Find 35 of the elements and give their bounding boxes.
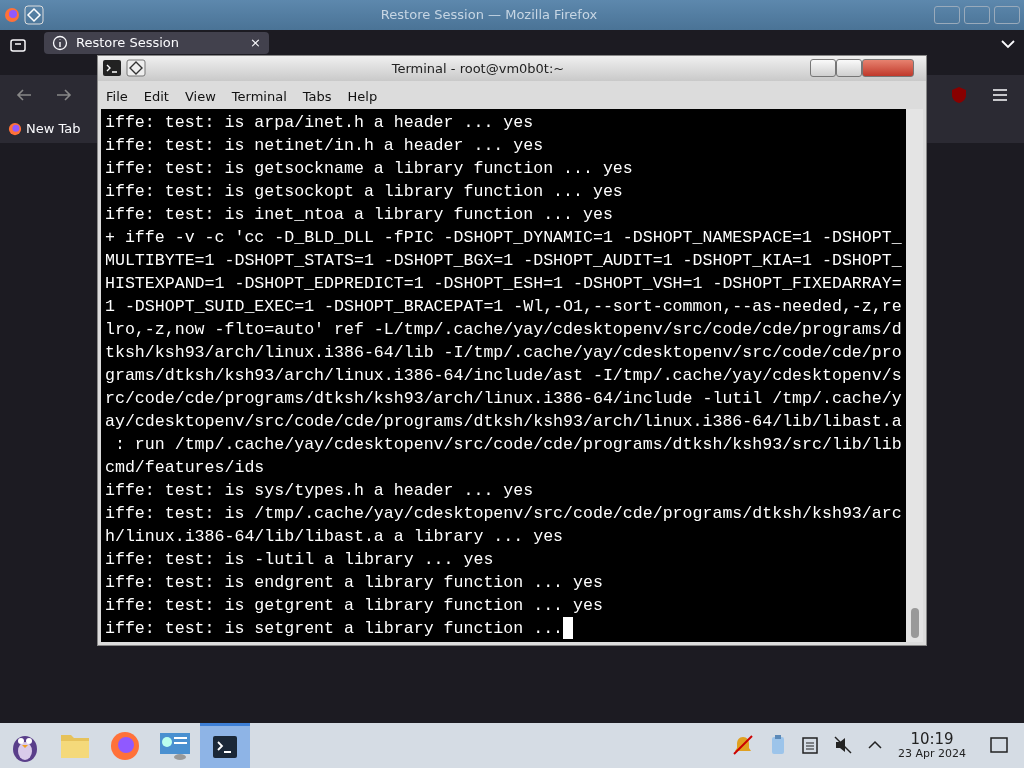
- menu-item[interactable]: Help: [347, 87, 378, 107]
- browser-icon[interactable]: [109, 729, 141, 762]
- muted-bell-icon[interactable]: [732, 734, 754, 757]
- info-icon: [52, 35, 68, 51]
- close-button[interactable]: [862, 59, 914, 78]
- diamond-icon[interactable]: [126, 59, 146, 78]
- menu-item[interactable]: Tabs: [302, 87, 332, 107]
- show-desktop-icon[interactable]: [990, 737, 1008, 754]
- maximize-button[interactable]: [836, 59, 862, 78]
- browser-tab[interactable]: Restore Session ×: [44, 32, 269, 54]
- clipboard-icon[interactable]: [770, 734, 786, 757]
- minimize-button[interactable]: [810, 59, 836, 78]
- notes-icon[interactable]: [802, 736, 818, 755]
- window-title: Restore Session — Mozilla Firefox: [379, 6, 599, 25]
- clock-time[interactable]: 10:19: [910, 731, 954, 748]
- clock-date[interactable]: 23 Apr 2024: [898, 747, 966, 760]
- tab-close-button[interactable]: ×: [250, 33, 261, 53]
- menu-icon[interactable]: [992, 88, 1008, 102]
- monitor-icon[interactable]: [158, 730, 192, 761]
- menu-item[interactable]: File: [106, 87, 128, 107]
- terminal-icon[interactable]: [212, 735, 238, 759]
- window-title: Terminal - root@vm0b0t:~: [390, 59, 566, 78]
- forward-arrow-icon[interactable]: [56, 87, 72, 103]
- muted-speaker-icon[interactable]: [834, 736, 852, 755]
- terminal-output: iffe: test: is arpa/inet.h a header ... yes iffe: test: is netinet/in.h a header ... yes iffe: test: is getsockname a library function ... yes iffe: test: is getsockopt a library function ... yes iffe: test: is inet_ntoa a library function ... yes + iffe -v -c 'cc -D_BLD_DLL -fPIC -DSHOPT_DYNAMIC=1 -DSHOPT_NAMESPACE=1 -DSHOPT_ MULTIBYTE=1 -DSHOPT_STATS=1 -DSHOPT_BGX=1 -DSHOPT_AUDIT=1 -DSHOPT_KIA=1 -DSHOPT_ HISTEXPAND=1 -DSHOPT_EDPREDICT=1 -DSHOPT_ESH=1 -DSHOPT_VSH=1 -DSHOPT_FIXEDARRAY= 1 -DSHOPT_SUID_EXEC=1 -DSHOPT_BRACEPAT=1 -Wl,-O1,--sort-common,--as-needed,-z,re lro,-z,now -flto=auto' ref -L/tmp/.cache/yay/cdesktopenv/src/code/cde/programs/d tksh/ksh93/arch/linux.i386-64/lib -I/tmp/.cache/yay/cdesktopenv/src/code/cde/pro grams/dtksh/ksh93/arch/linux.i386-64/include/ast -I/tmp/.cache/yay/cdesktopenv/s rc/code/cde/programs/dtksh/ksh93/arch/linux.i386-64/include -lutil /tmp/.cache/y ay/cdesktopenv/src/code/cde/programs/dtksh/ksh93/arch/linux.i386-64/lib/libast.a : run /tmp/.cache/yay/cdesktopenv/src/code/cde/programs/dtksh/ksh93/src/lib/lib cmd/features/ids iffe: test: is sys/types.h a header ... yes iffe: test: is /tmp/.cache/yay/cdesktopenv/src/code/cde/programs/dtksh/ksh93/arc h/linux.i386-64/lib/libast.a a library ... yes iffe: test: is -lutil a library ... yes iffe: test: is endgrent a library function ... yes iffe: test: is getgrent a library function ... yes iffe: test: is setgrent a library function ...: [101, 109, 906, 642]
- bookmark-link[interactable]: New Tab: [8, 119, 81, 139]
- browser-icon: [8, 122, 22, 136]
- tab-list-icon[interactable]: [8, 36, 28, 54]
- back-arrow-icon[interactable]: [16, 87, 32, 103]
- menu-item[interactable]: View: [184, 87, 216, 107]
- scrollbar[interactable]: [906, 109, 923, 642]
- terminal-icon[interactable]: [102, 59, 122, 78]
- taskbar-app[interactable]: [200, 723, 250, 768]
- menu-item[interactable]: Terminal: [231, 87, 287, 107]
- menu-item[interactable]: Edit: [143, 87, 169, 107]
